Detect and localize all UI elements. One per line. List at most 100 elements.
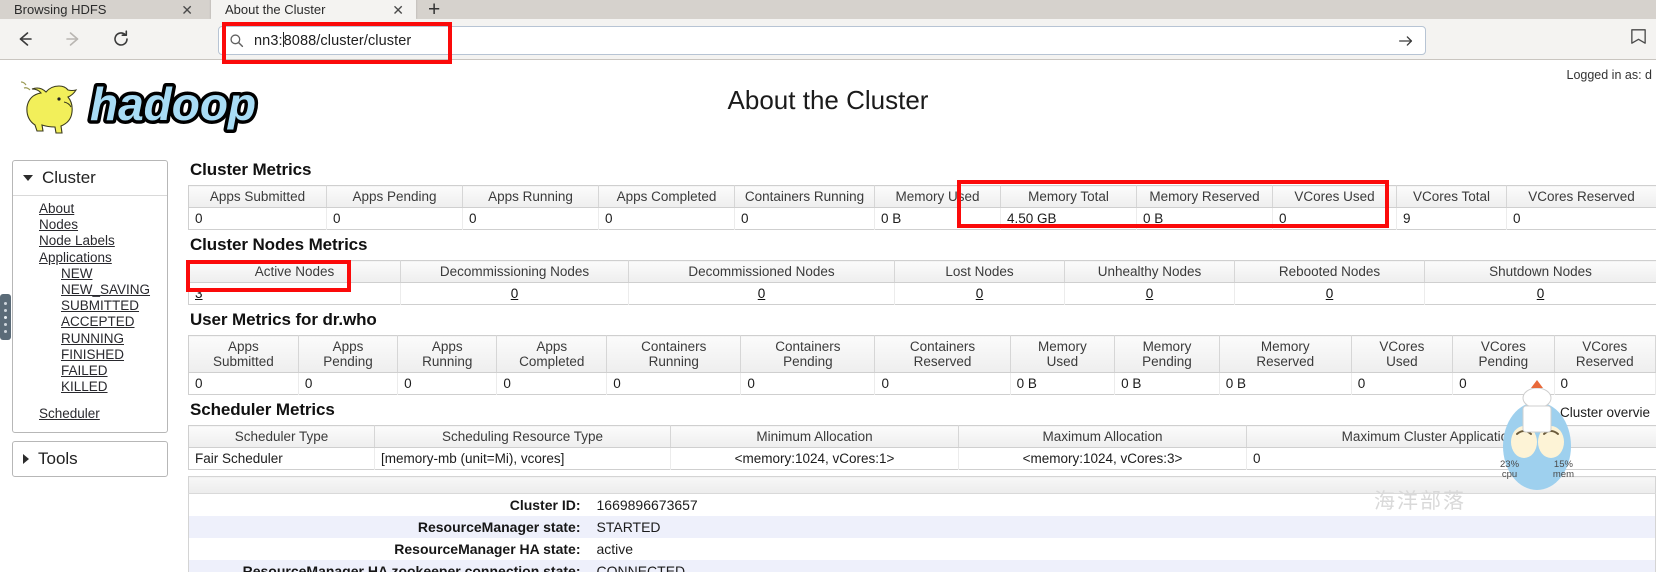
search-icon (229, 33, 244, 48)
col-scheduling-resource-type: Scheduling Resource Type (374, 425, 671, 448)
col-u-memory-reserved: Memory Reserved (1219, 335, 1352, 373)
sidebar-drag-handle[interactable] (0, 294, 11, 340)
cell-apps-submitted: 0 (188, 207, 327, 230)
col-apps-completed: Apps Completed (598, 185, 735, 208)
cell-rebooted-nodes[interactable]: 0 (1234, 282, 1425, 305)
value-cluster-id: 1669896673657 (588, 493, 1656, 516)
url-suffix: 8088/cluster/cluster (283, 33, 412, 49)
table-header-row: Apps Submitted Apps Pending Apps Running… (188, 185, 1656, 208)
tab-title: About the Cluster (225, 2, 326, 17)
sidebar-item-accepted[interactable]: ACCEPTED (13, 314, 167, 330)
col-maximum-allocation: Maximum Allocation (958, 425, 1247, 448)
logged-in-label: Logged in as: d (1566, 68, 1653, 82)
col-memory-total: Memory Total (1000, 185, 1137, 208)
mem-label: mem (1552, 469, 1574, 480)
cell-shutdown-nodes[interactable]: 0 (1424, 282, 1656, 305)
cell-u-containers-pending: 0 (740, 372, 876, 395)
reload-icon[interactable] (104, 22, 138, 56)
cell-memory-used: 0 B (874, 207, 1001, 230)
go-arrow-icon[interactable] (1397, 32, 1415, 50)
col-u-vcores-used: VCores Used (1351, 335, 1454, 373)
url-prefix: nn3: (254, 33, 283, 49)
sidebar-item-failed[interactable]: FAILED (13, 363, 167, 379)
table-header-row: Apps Submitted Apps Pending Apps Running… (188, 335, 1656, 373)
col-u-apps-submitted: Apps Submitted (188, 335, 299, 373)
cell-u-memory-reserved: 0 B (1219, 372, 1352, 395)
scheduler-metrics-table: Scheduler Type Scheduling Resource Type … (188, 425, 1656, 470)
browser-tab-about-the-cluster[interactable]: About the Cluster ✕ (211, 0, 416, 19)
col-apps-running: Apps Running (462, 185, 599, 208)
sidebar-item-nodes[interactable]: Nodes (13, 217, 167, 233)
col-u-vcores-reserved: VCores Reserved (1554, 335, 1656, 373)
table-row: 3 0 0 0 0 0 0 (188, 282, 1656, 305)
cell-scheduler-type: Fair Scheduler (188, 447, 375, 470)
cluster-metrics-heading: Cluster Metrics (190, 160, 312, 179)
table-row: Fair Scheduler [memory-mb (unit=Mi), vco… (188, 447, 1656, 470)
cell-active-nodes[interactable]: 3 (188, 282, 401, 305)
sidebar-item-about[interactable]: About (13, 201, 167, 217)
sidebar-item-applications[interactable]: Applications (13, 250, 167, 266)
cell-apps-completed: 0 (598, 207, 735, 230)
sidebar-section-tools-label: Tools (38, 448, 78, 468)
label-resourcemanager-ha-state: ResourceManager HA state: (188, 538, 589, 560)
col-lost-nodes: Lost Nodes (894, 260, 1065, 283)
sidebar: Cluster About Nodes Node Labels Applicat… (12, 160, 168, 485)
cell-vcores-reserved: 0 (1506, 207, 1656, 230)
cell-decommissioned-nodes[interactable]: 0 (628, 282, 895, 305)
label-zookeeper-connection-state: ResourceManager HA zookeeper connection … (188, 560, 589, 572)
cell-containers-running: 0 (734, 207, 875, 230)
close-icon[interactable]: ✕ (181, 3, 193, 17)
cell-vcores-used: 0 (1272, 207, 1397, 230)
sidebar-item-running[interactable]: RUNNING (13, 331, 167, 347)
cell-memory-total: 4.50 GB (1000, 207, 1137, 230)
col-active-nodes: Active Nodes (188, 260, 401, 283)
cell-u-apps-running: 0 (397, 372, 498, 395)
value-zookeeper-connection-state: CONNECTED (588, 560, 1656, 572)
sidebar-item-submitted[interactable]: SUBMITTED (13, 298, 167, 314)
cell-vcores-total: 9 (1396, 207, 1507, 230)
value-resourcemanager-ha-state: active (588, 538, 1656, 560)
new-tab-button[interactable]: + (428, 0, 440, 20)
sidebar-item-finished[interactable]: FINISHED (13, 347, 167, 363)
mascot-stats: 23% cpu 15% mem (1500, 460, 1574, 480)
sidebar-cluster-list: About Nodes Node Labels Applications NEW… (13, 196, 167, 432)
save-page-icon[interactable] (1629, 27, 1648, 51)
cell-apps-running: 0 (462, 207, 599, 230)
col-maximum-cluster-application-priority: Maximum Cluster Application Priority (1246, 425, 1656, 448)
col-vcores-total: VCores Total (1396, 185, 1507, 208)
address-bar-text[interactable]: nn3:8088/cluster/cluster (254, 32, 1397, 49)
col-rebooted-nodes: Rebooted Nodes (1234, 260, 1425, 283)
col-decommissioned-nodes: Decommissioned Nodes (628, 260, 895, 283)
back-arrow-icon[interactable] (8, 22, 42, 56)
sidebar-section-cluster-header[interactable]: Cluster (13, 161, 167, 196)
sidebar-item-new-saving[interactable]: NEW_SAVING (13, 282, 167, 298)
cell-lost-nodes[interactable]: 0 (894, 282, 1065, 305)
address-bar[interactable]: nn3:8088/cluster/cluster (218, 26, 1426, 55)
cpu-label: cpu (1501, 469, 1518, 480)
sidebar-item-scheduler[interactable]: Scheduler (13, 406, 167, 422)
browser-tab-browsing-hdfs[interactable]: Browsing HDFS ✕ (0, 0, 205, 19)
cell-decommissioning-nodes[interactable]: 0 (400, 282, 629, 305)
sidebar-item-node-labels[interactable]: Node Labels (13, 233, 167, 249)
cpu-stat: 23% cpu (1500, 460, 1519, 480)
close-icon[interactable]: ✕ (392, 3, 404, 17)
tab-title: Browsing HDFS (14, 2, 107, 17)
sidebar-item-killed[interactable]: KILLED (13, 379, 167, 395)
table-row: ResourceManager HA state: active (188, 538, 1656, 560)
sidebar-section-tools-header[interactable]: Tools (13, 442, 167, 476)
col-apps-submitted: Apps Submitted (188, 185, 327, 208)
col-apps-pending: Apps Pending (326, 185, 463, 208)
cluster-nodes-metrics-heading: Cluster Nodes Metrics (190, 235, 368, 254)
col-u-memory-used: Memory Used (1010, 335, 1116, 373)
table-row: 0 0 0 0 0 0 B 4.50 GB 0 B 0 9 0 (188, 207, 1656, 230)
cell-unhealthy-nodes[interactable]: 0 (1064, 282, 1235, 305)
sidebar-section-cluster: Cluster About Nodes Node Labels Applicat… (12, 160, 168, 433)
watermark: 海洋部落 (1374, 490, 1466, 513)
cluster-metrics-table: Apps Submitted Apps Pending Apps Running… (188, 185, 1656, 230)
col-u-containers-reserved: Containers Reserved (874, 335, 1011, 373)
label-cluster-id: Cluster ID: (188, 493, 589, 516)
sidebar-item-new[interactable]: NEW (13, 266, 167, 282)
cell-memory-reserved: 0 B (1136, 207, 1273, 230)
table-row: ResourceManager state: STARTED (188, 516, 1656, 538)
forward-arrow-icon[interactable] (56, 22, 90, 56)
